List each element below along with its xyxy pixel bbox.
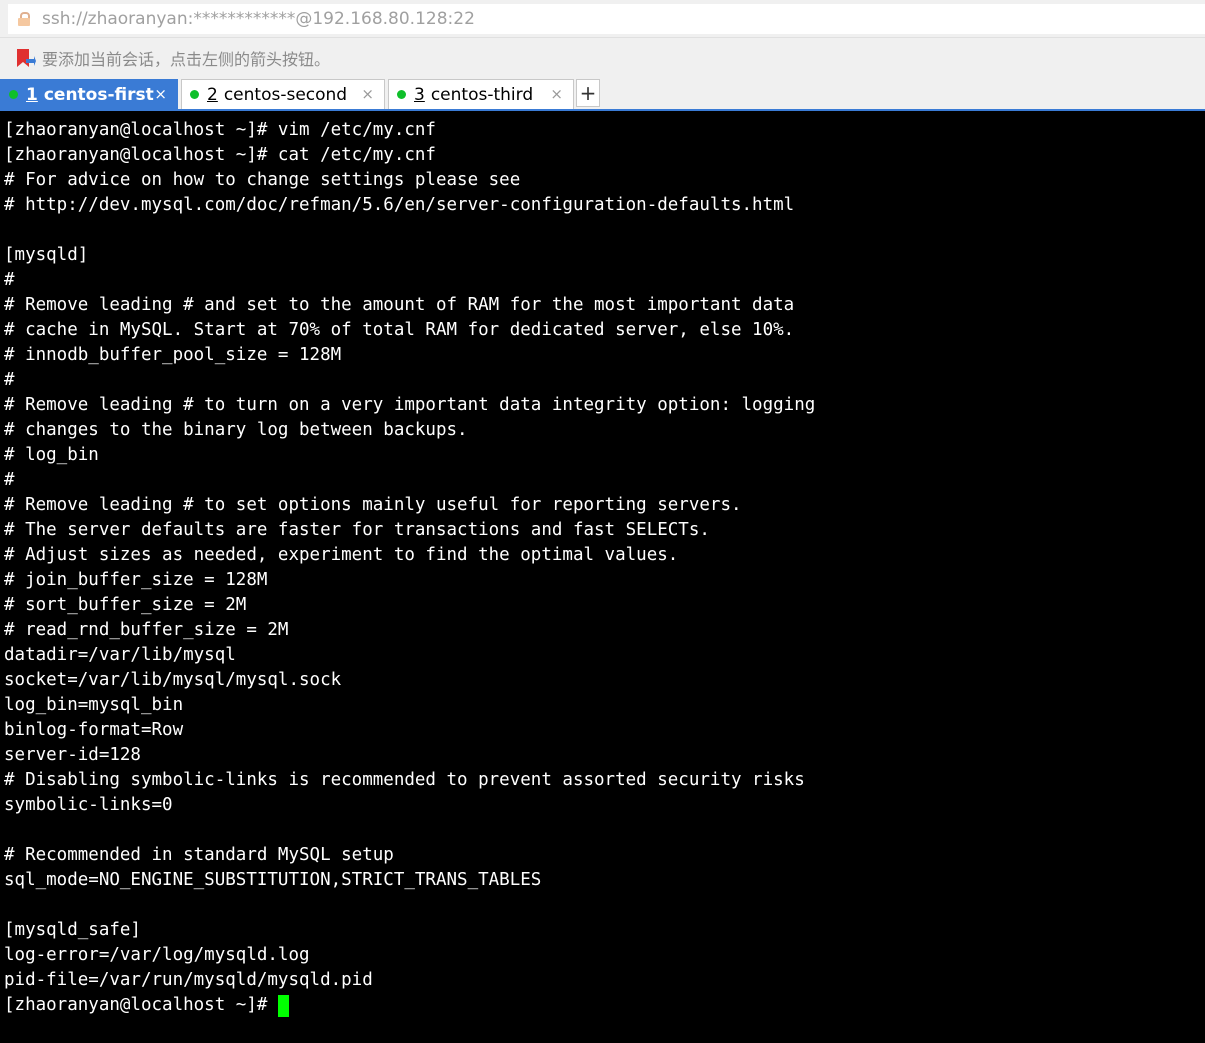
terminal-line: # innodb_buffer_pool_size = 128M <box>4 345 342 365</box>
terminal-line: binlog-format=Row <box>4 720 184 740</box>
terminal-output[interactable]: [zhaoranyan@localhost ~]# vim /etc/my.cn… <box>0 111 1205 1043</box>
terminal-line: # sort_buffer_size = 2M <box>4 595 247 615</box>
terminal-line: # Remove leading # to set options mainly… <box>4 495 742 515</box>
terminal-cursor <box>277 995 289 1017</box>
terminal-line: symbolic-links=0 <box>4 795 173 815</box>
hint-text: 要添加当前会话，点击左侧的箭头按钮。 <box>42 49 331 69</box>
terminal-line: [mysqld_safe] <box>4 920 141 940</box>
terminal-line: pid-file=/var/run/mysqld/mysqld.pid <box>4 970 373 990</box>
address-field[interactable]: ssh://zhaoranyan:************@192.168.80… <box>8 4 1205 34</box>
terminal-line: # cache in MySQL. Start at 70% of total … <box>4 320 795 340</box>
connected-status-icon <box>190 90 199 99</box>
add-tab-button[interactable]: + <box>576 79 600 107</box>
tab-number: 2 <box>207 84 218 105</box>
tab-label: centos-first <box>43 84 154 105</box>
address-bar: ssh://zhaoranyan:************@192.168.80… <box>0 0 1205 38</box>
terminal-line: # join_buffer_size = 128M <box>4 570 268 590</box>
terminal-line: # read_rnd_buffer_size = 2M <box>4 620 289 640</box>
terminal-line: # log_bin <box>4 445 99 465</box>
close-icon[interactable]: × <box>550 85 563 103</box>
terminal-line: # For advice on how to change settings p… <box>4 170 521 190</box>
terminal-line: server-id=128 <box>4 745 141 765</box>
terminal-line: # changes to the binary log between back… <box>4 420 468 440</box>
terminal-line: # The server defaults are faster for tra… <box>4 520 710 540</box>
terminal-line: socket=/var/lib/mysql/mysql.sock <box>4 670 342 690</box>
tab-number: 1 <box>26 84 38 105</box>
tab-label: centos-second <box>223 84 348 105</box>
terminal-line: # http://dev.mysql.com/doc/refman/5.6/en… <box>4 195 795 215</box>
bookmark-arrow-icon[interactable] <box>14 47 36 69</box>
terminal-line: log_bin=mysql_bin <box>4 695 184 715</box>
close-icon[interactable]: × <box>361 85 374 103</box>
terminal-line: [zhaoranyan@localhost ~]# vim /etc/my.cn… <box>4 120 436 140</box>
connected-status-icon <box>9 90 18 99</box>
tab-label: centos-third <box>430 84 534 105</box>
tab-centos-second[interactable]: 2 centos-second × <box>181 79 385 109</box>
terminal-line: # Remove leading # and set to the amount… <box>4 295 795 315</box>
close-icon[interactable]: × <box>154 85 167 103</box>
terminal-line: log-error=/var/log/mysqld.log <box>4 945 310 965</box>
tab-number: 3 <box>414 84 425 105</box>
tab-centos-third[interactable]: 3 centos-third × <box>388 79 574 109</box>
terminal-line: # Disabling symbolic-links is recommende… <box>4 770 805 790</box>
hint-bar: 要添加当前会话，点击左侧的箭头按钮。 <box>0 38 1205 77</box>
address-text: ssh://zhaoranyan:************@192.168.80… <box>42 9 475 29</box>
terminal-line: # <box>4 370 15 390</box>
terminal-line: [zhaoranyan@localhost ~]# <box>4 995 278 1015</box>
session-tab-bar: 1 centos-first × 2 centos-second × 3 cen… <box>0 77 1205 111</box>
lock-icon <box>18 11 32 27</box>
terminal-line: [mysqld] <box>4 245 89 265</box>
terminal-line: datadir=/var/lib/mysql <box>4 645 236 665</box>
terminal-line: # Adjust sizes as needed, experiment to … <box>4 545 679 565</box>
connected-status-icon <box>397 90 406 99</box>
terminal-line: # Remove leading # to turn on a very imp… <box>4 395 816 415</box>
terminal-line: # <box>4 270 15 290</box>
terminal-line: [zhaoranyan@localhost ~]# cat /etc/my.cn… <box>4 145 436 165</box>
tab-centos-first[interactable]: 1 centos-first × <box>0 79 178 109</box>
terminal-line: # <box>4 470 15 490</box>
terminal-line: sql_mode=NO_ENGINE_SUBSTITUTION,STRICT_T… <box>4 870 542 890</box>
terminal-line: # Recommended in standard MySQL setup <box>4 845 394 865</box>
